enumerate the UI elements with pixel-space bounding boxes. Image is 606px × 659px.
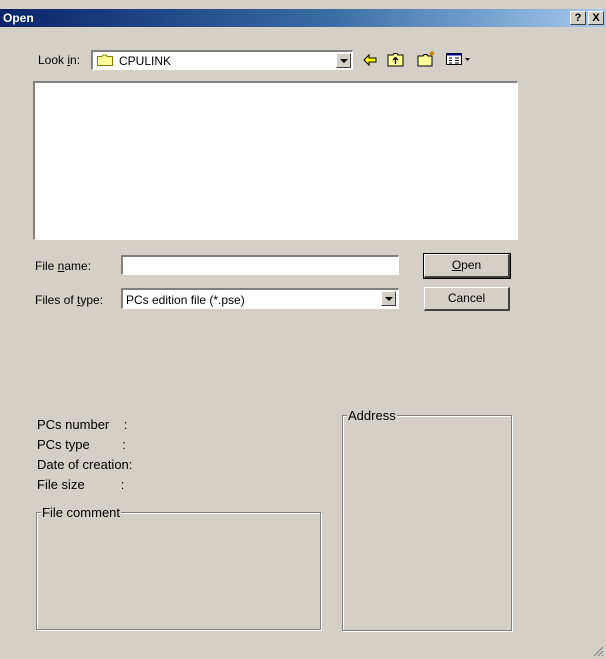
date-of-creation-label: Date of creation:: [37, 457, 133, 472]
file-list-view[interactable]: [33, 81, 518, 240]
look-in-dropdown-arrow[interactable]: [336, 53, 351, 68]
pcs-type-label: PCs type :: [37, 437, 126, 452]
file-comment-title: File comment: [41, 505, 122, 520]
new-folder-icon[interactable]: [417, 50, 437, 67]
open-button[interactable]: Open: [423, 253, 511, 279]
file-comment-group: File comment: [36, 505, 321, 630]
close-button[interactable]: X: [588, 11, 604, 25]
help-button[interactable]: ?: [570, 11, 586, 25]
file-name-label: File name:: [35, 259, 92, 273]
view-menu-icon[interactable]: [446, 53, 472, 66]
look-in-value: CPULINK: [119, 54, 172, 68]
folder-icon: [97, 54, 113, 66]
file-size-label: File size :: [37, 477, 125, 492]
title-bar[interactable]: Open ? X: [0, 9, 606, 27]
cancel-button[interactable]: Cancel: [424, 287, 510, 311]
files-of-type-label: Files of type:: [35, 293, 104, 307]
open-dialog: Open ? X Look in: CPULINK File name: Fil…: [0, 0, 606, 659]
address-title: Address: [347, 408, 397, 423]
pcs-number-label: PCs number :: [37, 417, 128, 432]
up-folder-icon[interactable]: [387, 52, 405, 67]
window-title: Open: [3, 11, 34, 25]
files-of-type-combo[interactable]: PCs edition file (*.pse): [121, 288, 399, 309]
file-name-input[interactable]: [121, 255, 399, 275]
files-of-type-value: PCs edition file (*.pse): [126, 293, 245, 307]
look-in-label: Look in:: [38, 53, 81, 67]
back-arrow-icon[interactable]: [362, 53, 378, 67]
address-group: Address: [342, 408, 512, 631]
files-of-type-dropdown-arrow[interactable]: [381, 291, 396, 306]
look-in-combo[interactable]: CPULINK: [91, 50, 353, 70]
resize-grip-icon[interactable]: [592, 645, 604, 657]
